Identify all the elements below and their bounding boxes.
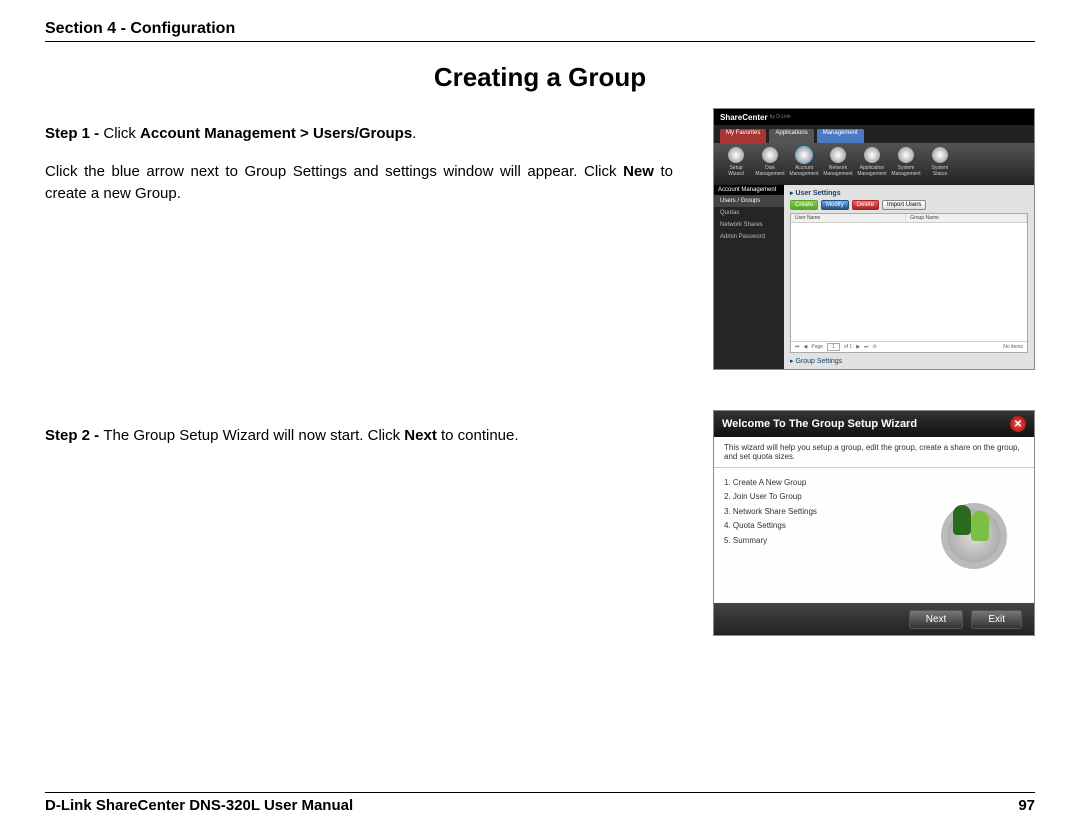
ss1-brand-bar: ShareCenter by D-Link [714,109,1034,125]
ss1-body: Account Management Users / Groups Quotas… [714,185,1034,369]
step-1-period: . [412,125,416,142]
step-2-body-b: to continue. [437,427,519,444]
step-2-body-a: The Group Setup Wizard will now start. C… [103,427,404,444]
ss1-brand-sub: by D-Link [770,114,791,120]
ss1-tab-management[interactable]: Management [817,129,864,143]
pager-last-icon[interactable]: ⏭ [864,344,869,350]
pager-no-items: No items [1003,344,1023,350]
ss1-icon-account-management[interactable]: Account Management [790,147,818,181]
person-icon [953,505,971,535]
close-icon[interactable]: ✕ [1010,416,1026,432]
ss1-main: ▸ User Settings Create Modify Delete Imp… [784,185,1034,369]
ss2-step-2: 2. Join User To Group [724,490,914,504]
gear-icon [939,501,1009,571]
footer-page-number: 97 [1018,797,1035,814]
ss2-step-5: 5. Summary [724,534,914,548]
ss1-col-username: User Name [791,214,906,222]
ss1-sidebar-users-groups[interactable]: Users / Groups [714,195,784,207]
ss1-col-groupname: Group Name [906,214,1027,222]
ss1-icon-application-management[interactable]: Application Management [858,147,886,181]
ss1-icon-setup-wizard[interactable]: Setup Wizard [722,147,750,181]
ss1-icon-disk-management[interactable]: Disk Management [756,147,784,181]
pager-page-label: Page [811,344,823,350]
pager-next-icon[interactable]: ▶ [856,344,860,350]
ss1-grid: User Name Group Name ⏮ ◀ Page 1 of 1 ▶ ⏭ [790,213,1028,353]
person-icon [971,511,989,541]
ss1-group-settings-title[interactable]: ▸ Group Settings [790,357,1028,365]
step-1-lead: Click [103,125,140,142]
pager-of: of 1 [844,344,852,350]
wizard-exit-button[interactable]: Exit [971,610,1022,629]
step-2-row: Step 2 - The Group Setup Wizard will now… [45,410,1035,636]
page-footer: D-Link ShareCenter DNS-320L User Manual … [45,792,1035,814]
ss1-sidebar-title: Account Management [714,185,784,195]
ss1-sidebar-network-shares[interactable]: Network Shares [714,219,784,231]
step-1-body-a: Click the blue arrow next to Group Setti… [45,163,623,180]
ss1-tab-favorites[interactable]: My Favorites [720,129,766,143]
ss2-step-1: 1. Create A New Group [724,476,914,490]
ss1-delete-button[interactable]: Delete [852,200,879,210]
ss2-intro: This wizard will help you setup a group,… [714,437,1034,468]
step-1-prefix: Step 1 - [45,125,103,142]
pager-page-value[interactable]: 1 [827,343,840,351]
section-header: Section 4 - Configuration [45,20,1035,38]
step-2-prefix: Step 2 - [45,427,103,444]
ss1-sidebar-quotas[interactable]: Quotas [714,207,784,219]
page-title: Creating a Group [45,62,1035,93]
footer-manual-title: D-Link ShareCenter DNS-320L User Manual [45,797,353,814]
ss1-grid-body [791,223,1027,341]
ss2-body: 1. Create A New Group 2. Join User To Gr… [714,468,1034,603]
ss2-footer: Next Exit [714,603,1034,635]
ss2-header: Welcome To The Group Setup Wizard ✕ [714,411,1034,437]
ss2-step-4: 4. Quota Settings [724,519,914,533]
ss2-step-3: 3. Network Share Settings [724,505,914,519]
ss1-grid-header: User Name Group Name [791,214,1027,223]
ss1-action-buttons: Create Modify Delete Import Users [790,200,1028,210]
pager-first-icon[interactable]: ⏮ [795,344,800,350]
step-1-body-new: New [623,163,654,180]
ss2-title: Welcome To The Group Setup Wizard [722,418,917,430]
screenshot-account-management: ShareCenter by D-Link My Favorites Appli… [713,108,1035,370]
step-2-body-next: Next [404,427,437,444]
step-1-text: Step 1 - Click Account Management > User… [45,108,673,221]
ss1-sidebar: Account Management Users / Groups Quotas… [714,185,784,369]
ss1-pager: ⏮ ◀ Page 1 of 1 ▶ ⏭ ⟳ No items [791,341,1027,352]
header-rule [45,41,1035,42]
ss1-icon-bar: Setup Wizard Disk Management Account Man… [714,143,1034,185]
step-2-text: Step 2 - The Group Setup Wizard will now… [45,410,673,463]
ss1-tab-applications[interactable]: Applications [769,129,813,143]
ss1-icon-system-management[interactable]: System Management [892,147,920,181]
ss2-graphic [924,476,1024,595]
ss1-sidebar-admin-password[interactable]: Admin Password [714,231,784,243]
ss1-import-users-button[interactable]: Import Users [882,200,926,210]
step-1-row: Step 1 - Click Account Management > User… [45,108,1035,370]
wizard-next-button[interactable]: Next [909,610,964,629]
ss1-tab-bar: My Favorites Applications Management [714,125,1034,143]
pager-prev-icon[interactable]: ◀ [804,344,808,350]
ss2-steps-list: 1. Create A New Group 2. Join User To Gr… [724,476,914,595]
step-1-path: Account Management > Users/Groups [140,125,412,142]
ss1-user-settings-title: ▸ User Settings [790,189,1028,197]
ss1-brand: ShareCenter [720,113,768,122]
pager-refresh-icon[interactable]: ⟳ [873,344,877,350]
ss1-icon-network-management[interactable]: Network Management [824,147,852,181]
footer-rule [45,792,1035,793]
ss1-modify-button[interactable]: Modify [821,200,849,210]
screenshot-wizard: Welcome To The Group Setup Wizard ✕ This… [713,410,1035,636]
ss1-icon-system-status[interactable]: System Status [926,147,954,181]
ss1-create-button[interactable]: Create [790,200,818,210]
